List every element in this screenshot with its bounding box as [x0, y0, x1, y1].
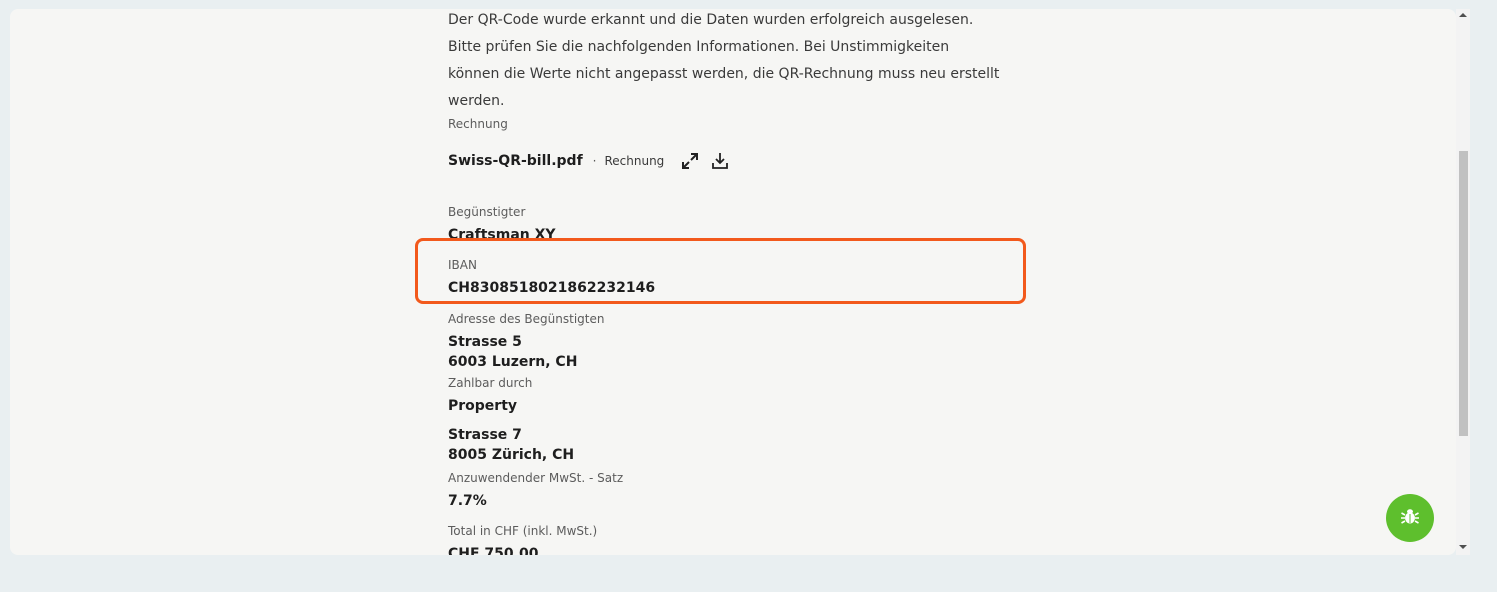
payable-by-name: Property: [448, 398, 518, 414]
expand-icon[interactable]: [679, 150, 701, 172]
bug-icon: [1399, 505, 1421, 531]
intro-text-line-1: Der QR-Code wurde erkannt und die Daten …: [448, 12, 974, 28]
total-label: Total in CHF (inkl. MwSt.): [448, 524, 598, 538]
scrollbar-thumb[interactable]: [1459, 151, 1468, 436]
download-icon[interactable]: [709, 150, 731, 172]
invoice-label: Rechnung: [448, 117, 508, 131]
vat-rate-value: 7.7%: [448, 493, 487, 509]
scroll-down-icon[interactable]: [1459, 545, 1467, 549]
intro-text-line-2: Bitte prüfen Sie die nachfolgenden Infor…: [448, 39, 950, 55]
total-value: CHF 750.00: [448, 546, 539, 555]
invoice-file-type: Rechnung: [604, 154, 665, 168]
iban-highlight-box: [415, 238, 1026, 304]
payable-by-address-line-2: 8005 Zürich, CH: [448, 447, 575, 463]
vat-rate-label: Anzuwendender MwSt. - Satz: [448, 471, 624, 485]
beneficiary-address-line-1: Strasse 5: [448, 334, 522, 350]
invoice-file-row: Swiss-QR-bill.pdf · Rechnung: [448, 150, 731, 172]
intro-text-line-4: werden.: [448, 93, 505, 109]
intro-text-line-3: können die Werte nicht angepasst werden,…: [448, 66, 1000, 82]
invoice-file-name[interactable]: Swiss-QR-bill.pdf: [448, 153, 583, 169]
payable-by-address-line-1: Strasse 7: [448, 427, 522, 443]
separator-dot: ·: [592, 154, 597, 168]
beneficiary-address-line-2: 6003 Luzern, CH: [448, 354, 578, 370]
bug-report-button[interactable]: [1386, 494, 1434, 542]
beneficiary-label: Begünstigter: [448, 205, 526, 219]
scroll-up-icon[interactable]: [1459, 13, 1467, 17]
payable-by-label: Zahlbar durch: [448, 376, 533, 390]
beneficiary-address-label: Adresse des Begünstigten: [448, 312, 605, 326]
